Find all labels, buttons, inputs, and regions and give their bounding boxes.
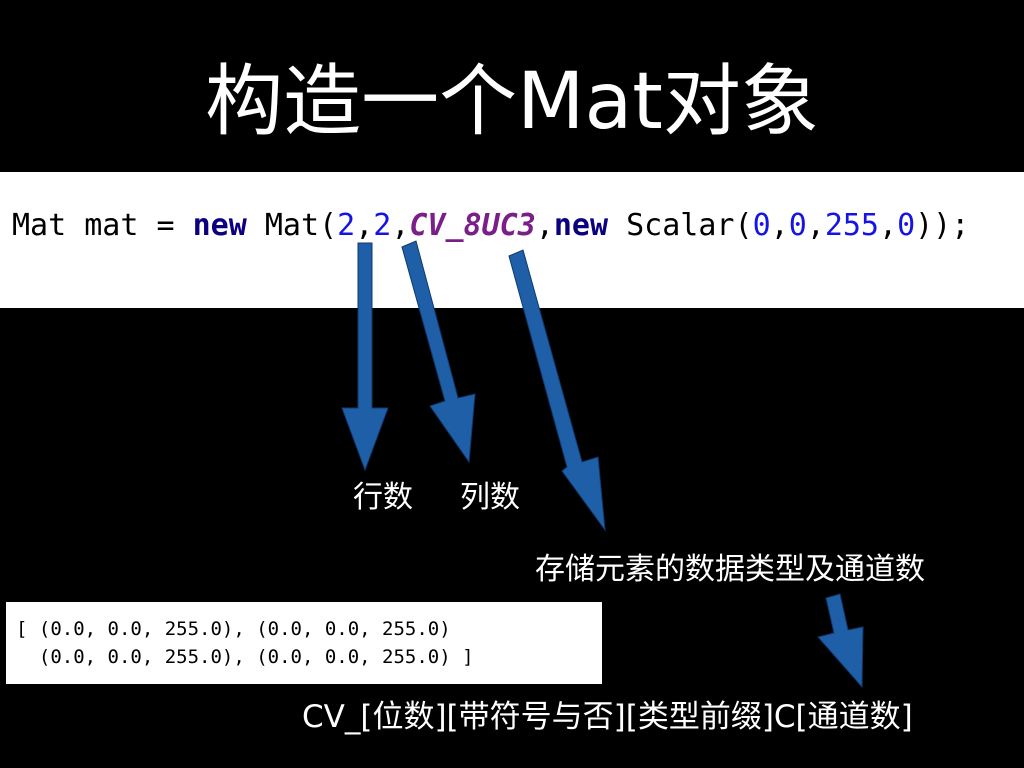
- output-line-1: [ (0.0, 0.0, 255.0), (0.0, 0.0, 255.0): [16, 618, 451, 640]
- output-box: [6, 602, 602, 684]
- arrow-rows: [341, 242, 389, 472]
- arrow-format: [817, 593, 864, 689]
- cols-label: 列数: [460, 480, 520, 515]
- output-line-2: (0.0, 0.0, 255.0), (0.0, 0.0, 255.0) ]: [16, 646, 474, 668]
- type-label: 存储元素的数据类型及通道数: [535, 552, 925, 587]
- arrow-cols: [401, 240, 476, 464]
- type-format-label: CV_[位数][带符号与否][类型前缀]C[通道数]: [302, 699, 913, 735]
- arrow-type: [508, 249, 606, 532]
- rows-label: 行数: [353, 480, 413, 515]
